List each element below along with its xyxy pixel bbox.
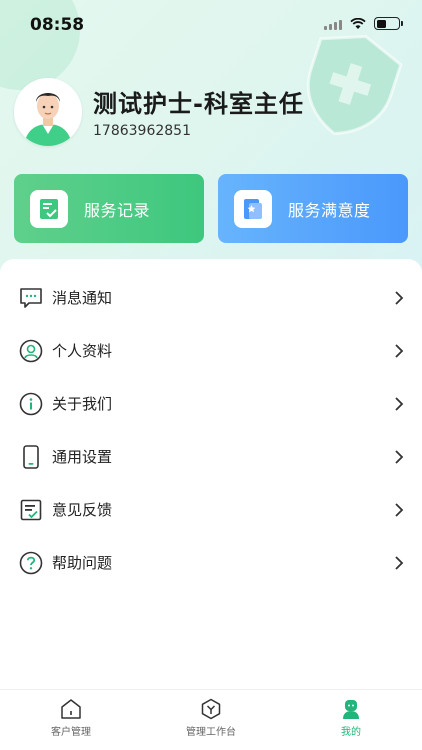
status-icons [324, 17, 403, 30]
service-record-icon [30, 189, 68, 228]
chevron-right-icon [395, 343, 404, 358]
chevron-right-icon [395, 396, 404, 411]
tab-mine[interactable]: 我的 [301, 698, 401, 744]
status-time: 08:58 [30, 15, 85, 35]
menu-item-profile[interactable]: 个人资料 [0, 324, 422, 377]
service-record-label: 服务记录 [84, 200, 151, 220]
tab-label: 我的 [341, 727, 361, 738]
user-phone: 17863962851 [93, 123, 191, 139]
menu-item-notifications[interactable]: 消息通知 [0, 271, 422, 324]
satisfaction-card[interactable]: 服务满意度 [218, 174, 408, 243]
menu-item-help[interactable]: 帮助问题 [0, 536, 422, 589]
tab-bar: 客户管理 管理工作台 我的 [0, 689, 422, 750]
status-bar: 08:58 [0, 0, 422, 48]
menu-panel: 消息通知 个人资料 关于我们 通用设置 意见反馈 帮助问题 [0, 259, 422, 689]
chevron-right-icon [395, 449, 404, 464]
help-icon [19, 551, 43, 575]
wifi-icon [350, 17, 366, 29]
service-record-card[interactable]: 服务记录 [14, 174, 204, 243]
message-icon [19, 286, 43, 310]
satisfaction-label: 服务满意度 [288, 200, 371, 220]
menu-label: 通用设置 [52, 448, 113, 466]
phone-settings-icon [19, 444, 43, 469]
tab-customer-management[interactable]: 客户管理 [21, 698, 121, 744]
mine-icon [343, 700, 359, 719]
tab-label: 管理工作台 [186, 727, 236, 738]
menu-item-settings[interactable]: 通用设置 [0, 430, 422, 483]
chevron-right-icon [395, 290, 404, 305]
menu-label: 个人资料 [52, 342, 113, 360]
menu-label: 帮助问题 [52, 554, 113, 572]
feedback-icon [19, 498, 43, 522]
menu-label: 关于我们 [52, 395, 113, 413]
tab-workbench[interactable]: 管理工作台 [161, 698, 261, 744]
satisfaction-icon [234, 189, 272, 228]
home-icon [61, 699, 81, 719]
menu-label: 意见反馈 [52, 501, 113, 519]
avatar[interactable] [14, 78, 82, 146]
profile-icon [19, 339, 43, 363]
user-name: 测试护士-科室主任 [93, 90, 304, 118]
chevron-right-icon [395, 555, 404, 570]
chevron-right-icon [395, 502, 404, 517]
signal-icon [324, 18, 342, 30]
menu-label: 消息通知 [52, 289, 113, 307]
workbench-icon [201, 698, 221, 720]
menu-item-feedback[interactable]: 意见反馈 [0, 483, 422, 536]
menu-item-about[interactable]: 关于我们 [0, 377, 422, 430]
tab-label: 客户管理 [51, 727, 91, 738]
battery-icon [374, 17, 403, 30]
avatar-illustration-icon [14, 78, 82, 146]
info-icon [19, 392, 43, 416]
